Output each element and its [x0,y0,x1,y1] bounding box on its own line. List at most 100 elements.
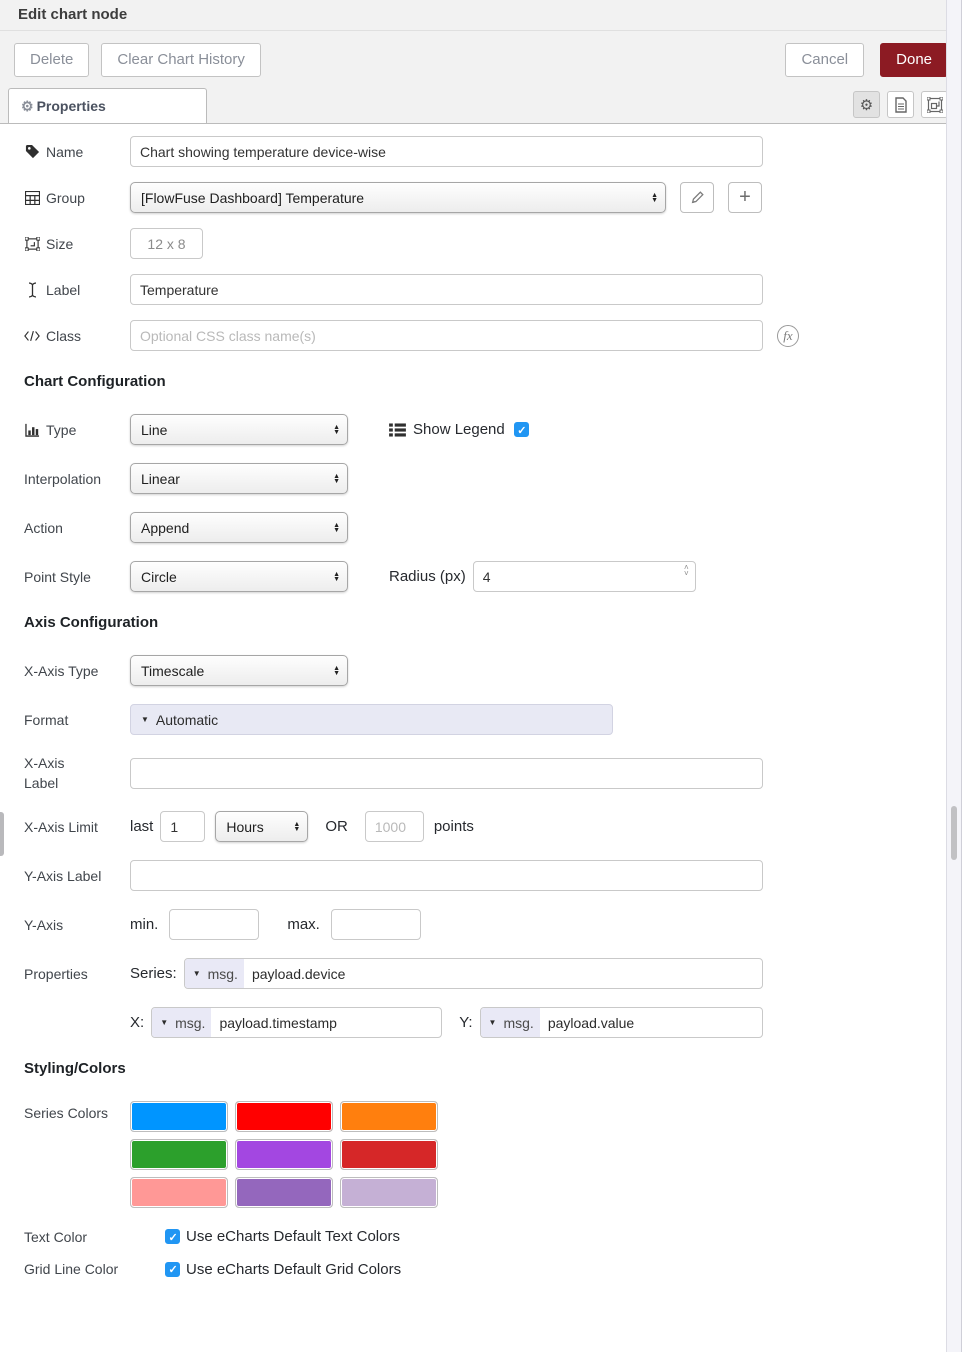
series-type-chip[interactable]: ▼msg. [185,959,244,988]
gear-icon: ⚙ [860,96,873,114]
y-typed-input[interactable]: ▼msg. payload.value [480,1007,763,1038]
action-row: Action Append ▲▼ [24,512,962,543]
point-style-select[interactable]: Circle ▲▼ [130,561,348,592]
description-view-button[interactable] [887,91,914,118]
styling-colors-heading: Styling/Colors [24,1060,962,1077]
max-label: max. [287,916,320,933]
left-scrollbar-thumb[interactable] [0,812,4,856]
y-type-chip[interactable]: ▼msg. [481,1008,540,1037]
y-value[interactable]: payload.value [540,1015,642,1031]
series-color-swatch[interactable] [235,1139,333,1170]
interpolation-label: Interpolation [24,471,130,487]
series-value[interactable]: payload.device [244,966,353,982]
group-select[interactable]: [FlowFuse Dashboard] Temperature ▲▼ [130,182,666,213]
fx-icon: fx [777,325,799,347]
series-color-swatch[interactable] [130,1139,228,1170]
object-group-icon [927,97,943,113]
table-icon [24,191,40,205]
name-input[interactable] [130,136,763,167]
label-label: Label [24,282,130,298]
x-axis-label-row: X-Axis Label [24,753,962,793]
select-arrows-icon: ▲▼ [333,474,340,484]
grid-color-checkbox-label: Use eCharts Default Grid Colors [186,1261,401,1278]
limit-unit-select[interactable]: Hours ▲▼ [215,811,308,842]
x-axis-limit-row: X-Axis Limit last Hours ▲▼ OR points [24,811,962,842]
spinner-arrows-icon[interactable]: ˄˅ [684,565,689,577]
radius-label: Radius (px) [389,568,466,585]
done-button[interactable]: Done [880,43,948,77]
dialog-toolbar: Delete Clear Chart History Cancel Done [0,31,962,88]
document-icon [894,97,908,113]
show-legend-group: Show Legend [389,421,529,438]
x-axis-limit-label: X-Axis Limit [24,819,130,835]
y-axis-label-row: Y-Axis Label [24,860,962,891]
y-min-input[interactable] [169,909,259,940]
group-row: Group [FlowFuse Dashboard] Temperature ▲… [24,182,962,213]
select-arrows-icon: ▲▼ [333,523,340,533]
limit-count-input[interactable] [160,811,205,842]
show-legend-checkbox[interactable] [514,422,529,437]
appearance-view-button[interactable] [921,91,948,118]
action-label: Action [24,520,130,536]
grid-color-checkbox[interactable] [165,1262,180,1277]
vertical-scrollbar-track[interactable] [946,0,962,1352]
caret-down-icon: ▼ [193,969,201,978]
series-typed-input[interactable]: ▼msg. payload.device [184,958,763,989]
size-button[interactable]: 12 x 8 [130,228,203,259]
y-axis-label-input[interactable] [130,860,763,891]
series-color-swatch[interactable] [340,1139,438,1170]
interpolation-select[interactable]: Linear ▲▼ [130,463,348,494]
select-arrows-icon: ▲▼ [333,666,340,676]
class-label: Class [24,328,130,344]
x-value[interactable]: payload.timestamp [211,1015,345,1031]
y-max-input[interactable] [331,909,421,940]
series-property-row: Properties Series: ▼msg. payload.device [24,958,962,989]
x-axis-type-select[interactable]: Timescale ▲▼ [130,655,348,686]
cancel-button[interactable]: Cancel [785,43,864,77]
edit-group-button[interactable] [680,182,714,213]
series-label: Series: [130,965,177,982]
radius-input[interactable] [473,561,696,592]
caret-down-icon: ▼ [489,1018,497,1027]
point-style-label: Point Style [24,569,130,585]
class-row: Class fx [24,320,962,351]
vertical-scrollbar-thumb[interactable] [951,806,957,860]
size-label: Size [24,236,130,252]
series-color-swatch[interactable] [130,1101,228,1132]
plus-icon: + [739,186,751,209]
properties-view-button[interactable]: ⚙ [853,91,880,118]
clear-chart-history-button[interactable]: Clear Chart History [101,43,261,77]
min-label: min. [130,916,158,933]
series-color-swatch[interactable] [235,1101,333,1132]
format-dropdown[interactable]: ▼ Automatic [130,704,613,735]
tab-properties[interactable]: ⚙ Properties [8,88,207,123]
x-axis-label-input[interactable] [130,758,763,789]
select-arrows-icon: ▲▼ [333,572,340,582]
size-row: Size 12 x 8 [24,228,962,259]
text-color-checkbox[interactable] [165,1229,180,1244]
series-color-swatch[interactable] [340,1101,438,1132]
x-property-label: X: [130,1014,144,1031]
action-select[interactable]: Append ▲▼ [130,512,348,543]
x-type-chip[interactable]: ▼msg. [152,1008,211,1037]
caret-down-icon: ▼ [160,1018,168,1027]
interpolation-row: Interpolation Linear ▲▼ [24,463,962,494]
add-group-button[interactable]: + [728,182,762,213]
type-select[interactable]: Line ▲▼ [130,414,348,445]
class-input[interactable] [130,320,763,351]
label-input[interactable] [130,274,763,305]
legend-icon [389,423,406,437]
format-label: Format [24,712,130,728]
limit-points-input[interactable] [365,811,424,842]
format-row: Format ▼ Automatic [24,704,962,735]
properties-label: Properties [24,966,130,982]
delete-button[interactable]: Delete [14,43,89,77]
select-arrows-icon: ▲▼ [333,425,340,435]
caret-down-icon: ▼ [141,715,149,724]
bar-chart-icon [24,423,40,437]
series-color-swatch[interactable] [130,1177,228,1208]
grid-color-label: Grid Line Color [24,1259,130,1279]
series-color-swatch[interactable] [340,1177,438,1208]
series-color-swatch[interactable] [235,1177,333,1208]
x-typed-input[interactable]: ▼msg. payload.timestamp [151,1007,442,1038]
